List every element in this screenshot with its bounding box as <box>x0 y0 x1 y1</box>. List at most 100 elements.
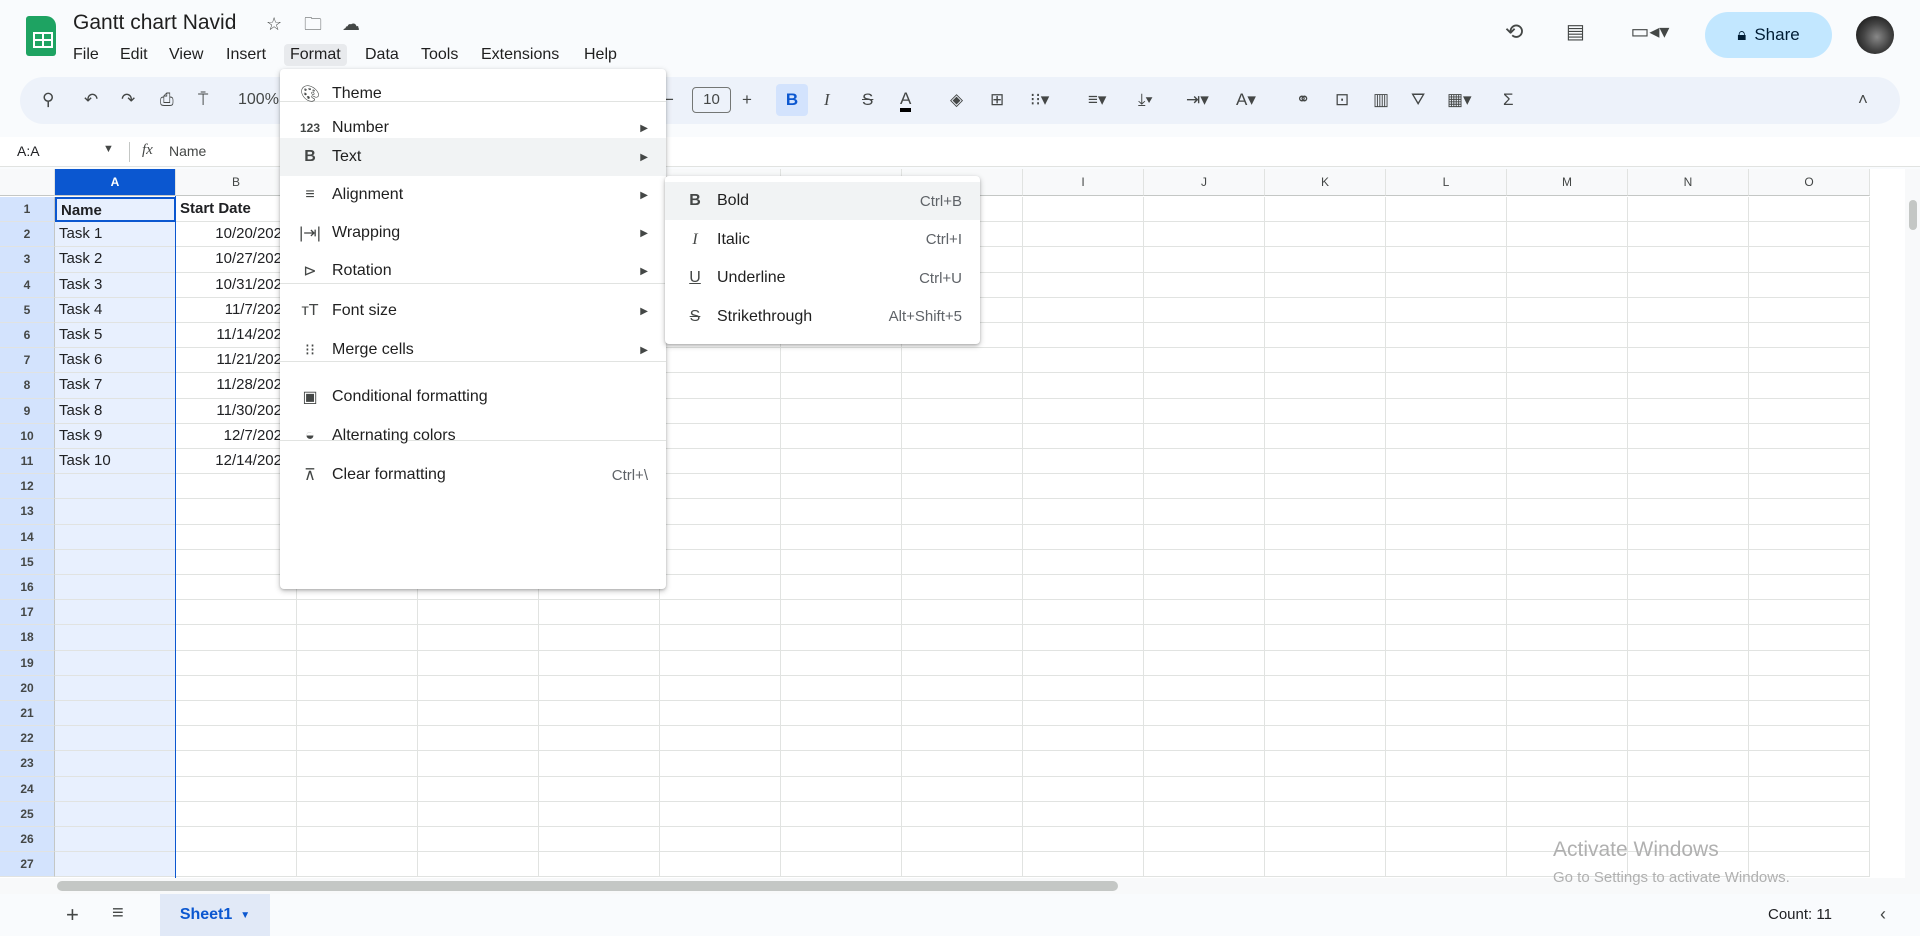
cell[interactable] <box>418 726 539 752</box>
cell[interactable] <box>1749 726 1870 752</box>
cell[interactable] <box>1628 675 1749 701</box>
cell[interactable] <box>902 625 1023 651</box>
row-header[interactable]: 27 <box>0 852 55 878</box>
cell[interactable] <box>1144 423 1265 449</box>
vertical-align-icon[interactable]: ⤓▾ <box>1138 90 1153 110</box>
cell[interactable] <box>176 600 297 626</box>
column-header-L[interactable]: L <box>1386 169 1507 196</box>
cell[interactable] <box>1144 323 1265 349</box>
side-panel-toggle-icon[interactable]: ‹ <box>1880 904 1886 925</box>
cell[interactable] <box>1023 751 1144 777</box>
cell[interactable] <box>781 701 902 727</box>
strikethrough-icon[interactable]: S <box>862 90 873 110</box>
row-header[interactable]: 6 <box>0 323 55 349</box>
cell[interactable] <box>660 726 781 752</box>
menu-item-rotation[interactable]: ⊳ Rotation ▶ <box>280 252 666 290</box>
column-header-O[interactable]: O <box>1749 169 1870 196</box>
sheet-dropdown-icon[interactable]: ▼ <box>240 910 250 921</box>
cell[interactable] <box>297 650 418 676</box>
cell-A16[interactable] <box>55 575 176 601</box>
cell-A18[interactable] <box>55 625 176 651</box>
menu-edit[interactable]: Edit <box>114 44 154 66</box>
cell[interactable] <box>1386 272 1507 298</box>
menu-item-font-size[interactable]: тT Font size ▶ <box>280 292 666 330</box>
cell[interactable] <box>1144 222 1265 248</box>
cell-A5[interactable]: Task 4 <box>55 297 176 323</box>
cell[interactable] <box>1749 222 1870 248</box>
cell[interactable] <box>781 776 902 802</box>
menu-item-wrapping[interactable]: |⇥| Wrapping ▶ <box>280 214 666 252</box>
cell[interactable] <box>418 625 539 651</box>
bold-icon[interactable]: B <box>776 84 808 116</box>
cell[interactable] <box>418 675 539 701</box>
cell[interactable] <box>1628 751 1749 777</box>
cell[interactable] <box>902 650 1023 676</box>
cell[interactable] <box>1023 272 1144 298</box>
cell[interactable] <box>297 751 418 777</box>
cell[interactable] <box>1749 650 1870 676</box>
cell[interactable] <box>1628 650 1749 676</box>
row-header[interactable]: 23 <box>0 751 55 777</box>
cell[interactable] <box>1628 474 1749 500</box>
menu-tools[interactable]: Tools <box>415 44 464 66</box>
cell-A14[interactable] <box>55 524 176 550</box>
cell[interactable] <box>1628 549 1749 575</box>
cell-A24[interactable] <box>55 776 176 802</box>
row-header[interactable]: 10 <box>0 423 55 449</box>
cell[interactable] <box>1386 474 1507 500</box>
cell[interactable] <box>176 776 297 802</box>
cell[interactable] <box>1628 600 1749 626</box>
row-header[interactable]: 26 <box>0 827 55 853</box>
menu-data[interactable]: Data <box>359 44 405 66</box>
cell[interactable]: 10/31/202 <box>176 272 297 298</box>
cell[interactable] <box>1749 449 1870 475</box>
cell[interactable] <box>1144 776 1265 802</box>
cell[interactable] <box>1507 398 1628 424</box>
cell[interactable] <box>539 701 660 727</box>
cell[interactable] <box>1507 650 1628 676</box>
cell[interactable] <box>1023 701 1144 727</box>
cell-A17[interactable] <box>55 600 176 626</box>
cell[interactable] <box>1628 423 1749 449</box>
cell[interactable] <box>1144 827 1265 853</box>
cell[interactable] <box>1265 549 1386 575</box>
cell[interactable] <box>1628 499 1749 525</box>
cell-A9[interactable]: Task 8 <box>55 398 176 424</box>
cell[interactable] <box>1386 575 1507 601</box>
cell[interactable] <box>176 499 297 525</box>
cell[interactable] <box>781 600 902 626</box>
cell[interactable] <box>176 474 297 500</box>
italic-icon[interactable]: I <box>824 90 830 110</box>
cell[interactable] <box>176 726 297 752</box>
cell[interactable] <box>1628 701 1749 727</box>
cell[interactable] <box>1507 222 1628 248</box>
cell[interactable] <box>781 726 902 752</box>
cell[interactable] <box>176 701 297 727</box>
sheets-logo[interactable] <box>26 16 56 56</box>
cell[interactable] <box>1628 449 1749 475</box>
cell[interactable] <box>781 675 902 701</box>
cell-A22[interactable] <box>55 726 176 752</box>
cell[interactable]: 11/7/202 <box>176 297 297 323</box>
cell[interactable] <box>1507 751 1628 777</box>
cell[interactable] <box>1265 197 1386 223</box>
cell[interactable] <box>1386 323 1507 349</box>
cell[interactable] <box>1507 297 1628 323</box>
cell[interactable] <box>1749 575 1870 601</box>
menu-item-strikethrough[interactable]: S Strikethrough Alt+Shift+5 <box>665 298 980 336</box>
cell[interactable] <box>902 549 1023 575</box>
cell[interactable] <box>1386 398 1507 424</box>
cell[interactable] <box>781 499 902 525</box>
cell[interactable] <box>1749 197 1870 223</box>
cell-A8[interactable]: Task 7 <box>55 373 176 399</box>
cell[interactable]: 12/7/202 <box>176 423 297 449</box>
cell[interactable] <box>1507 499 1628 525</box>
cell[interactable] <box>418 827 539 853</box>
cell[interactable] <box>1628 272 1749 298</box>
cell[interactable] <box>1628 625 1749 651</box>
cell[interactable] <box>1749 423 1870 449</box>
cell[interactable] <box>1265 449 1386 475</box>
row-header[interactable]: 7 <box>0 348 55 374</box>
row-header[interactable]: 24 <box>0 776 55 802</box>
selection-count[interactable]: Count: 11 <box>1768 906 1832 923</box>
